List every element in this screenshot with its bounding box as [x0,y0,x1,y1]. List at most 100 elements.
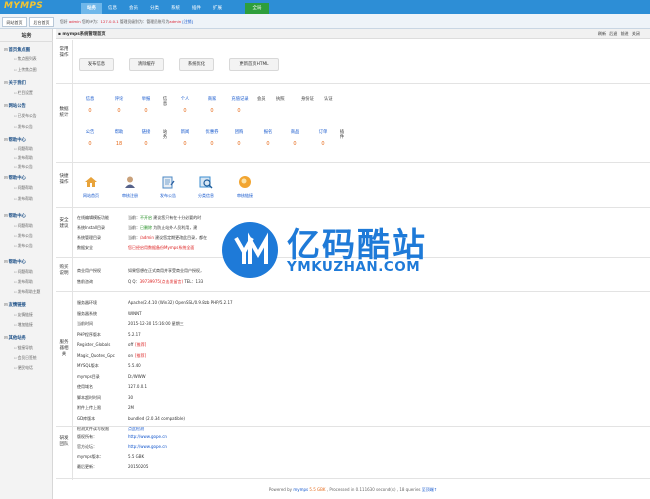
app-logo[interactable]: MYMPS [4,1,43,11]
stat-label[interactable]: 公告 [80,129,100,135]
stat-value: 0 [183,141,187,147]
quick-label-review[interactable]: 审核注册 [115,193,145,199]
value-text: bundled (2.0.34 compatible) [128,415,185,421]
sidebar-item[interactable]: 增加链接 [14,322,33,328]
sidebar-item[interactable]: 问题帮助 [14,146,33,152]
ip-label: 您的IP为： [81,19,101,24]
refresh-link[interactable]: 刷新 [598,31,606,36]
nav-tab-5[interactable]: 插件 [186,3,207,14]
sidebar-group[interactable]: 帮助中心 [4,213,26,219]
stat-value: 0 [237,108,241,114]
sidebar-group[interactable]: 友情链接 [4,302,26,308]
quick-label-home[interactable]: 网站首页 [76,193,106,199]
sidebar-group[interactable]: 首页焦点图 [4,47,30,53]
section-divider [56,426,650,427]
logout-link[interactable]: [注销] [182,19,193,24]
stat-label[interactable]: 新闻 [175,129,195,135]
user-review-icon[interactable] [123,175,137,189]
site-home-tab[interactable]: 网站首页 [2,17,27,27]
publish-info-button[interactable]: 发布信息 [79,58,114,71]
status-text: 不开启 [140,215,152,220]
sidebar-group[interactable]: 关于我们 [4,80,26,86]
stat-label[interactable]: 订单 [313,129,333,135]
sidebar-group[interactable]: 帮助中心 [4,175,26,181]
stat-label[interactable]: 举报 [136,96,156,102]
server-key: 服务器系统 [77,310,97,316]
purchase-key: 商业用户授权 [77,268,101,273]
nav-tab-3[interactable]: 分类 [144,3,165,14]
sidebar-group[interactable]: 网站公告 [4,103,26,109]
sidebar-item[interactable]: 会员日签统 [14,355,37,361]
stat-label[interactable]: 个人 [175,96,195,102]
category-search-icon[interactable] [199,175,213,189]
sidebar-item[interactable]: 发布帮助 [14,155,33,161]
sidebar-item[interactable]: 发布公告 [14,243,33,249]
stat-label[interactable]: 评论 [109,96,129,102]
stat-label[interactable]: 链接 [136,129,156,135]
admin-home-tab[interactable]: 后台首页 [29,17,54,27]
sidebar-item[interactable]: 发布公告 [14,233,33,239]
sidebar-item[interactable]: 发布公告 [14,124,33,130]
purchase-label: 购买说明 [59,265,69,276]
nav-tab-0[interactable]: 站务 [81,3,102,14]
value-text: on [128,352,133,358]
sidebar-item[interactable]: 链接导航 [14,345,33,351]
section-divider [56,162,650,163]
global-button[interactable]: 全局 [245,3,269,14]
stat-label[interactable]: 商家 [202,96,222,102]
sidebar-item[interactable]: 问题帮助 [14,269,33,275]
sidebar-group[interactable]: 帮助中心 [4,137,26,143]
stat-label[interactable]: 报名 [258,129,278,135]
sidebar-item[interactable]: 便民电话 [14,365,33,371]
purchase-key: 售前咨询 [77,279,93,284]
sidebar-item[interactable]: 上传焦点图 [14,67,37,73]
qq-link[interactable]: 39739975(点击发留言) [140,279,183,284]
home-icon[interactable] [84,175,98,189]
sidebar-item[interactable]: 友情链接 [14,312,33,318]
sidebar-item[interactable]: 已发布公告 [14,113,37,119]
quick-label-announce[interactable]: 发布公告 [153,193,183,199]
server-value: bundled (2.0.34 compatible) [128,416,185,421]
update-home-html-button[interactable]: 更新首页HTML [229,58,279,71]
back-link[interactable]: 后退 [609,31,617,36]
sidebar-item[interactable]: 问题帮助 [14,185,33,191]
stat-label[interactable]: 团购 [229,129,249,135]
team-value[interactable]: http://www.gope.cn [128,444,167,449]
nav-tab-1[interactable]: 信息 [102,3,123,14]
forward-link[interactable]: 前进 [621,31,629,36]
stat-category: 站务 [162,130,168,140]
sidebar-group[interactable]: 帮助中心 [4,259,26,265]
sidebar-item[interactable]: 发布公告 [14,164,33,170]
value-prefix: 当前： [128,225,140,230]
back-to-top-link[interactable]: 至顶端↑ [422,487,437,492]
sidebar-item[interactable]: 问题帮助 [14,223,33,229]
announce-icon[interactable] [161,175,175,189]
sidebar-item[interactable]: 发布帮助 [14,196,33,202]
clear-cache-button[interactable]: 清除缓存 [129,58,164,71]
ops-label: 常用操作 [59,47,69,58]
link-review-icon[interactable] [238,175,252,189]
team-value[interactable]: http://www.gope.cn [128,434,167,439]
stat-label[interactable]: 信息 [80,96,100,102]
sidebar-item[interactable]: 栏目设置 [14,90,33,96]
sidebar-item[interactable]: 焦点图列表 [14,56,37,62]
sidebar-group[interactable]: 其他站务 [4,335,26,341]
footer-brand[interactable]: mymps [293,487,308,492]
nav-tab-6[interactable]: 扩展 [207,3,228,14]
stat-label[interactable]: 优惠券 [202,129,222,135]
nav-tab-4[interactable]: 系统 [165,3,186,14]
optimize-system-button[interactable]: 系统优化 [179,58,214,71]
stat-label[interactable]: 商品 [285,129,305,135]
nav-tab-2[interactable]: 会员 [123,3,144,14]
close-link[interactable]: 关闭 [632,31,640,36]
quick-label-category[interactable]: 分类信息 [191,193,221,199]
value-text: 2015-12-30 15:16:00 星期三 [128,321,184,326]
quick-label-links[interactable]: 审核链接 [230,193,260,199]
sidebar-item[interactable]: 发布帮助 [14,279,33,285]
sidebar-item[interactable]: 发布帮助主题 [14,289,41,295]
team-key: 最后更新： [77,464,97,469]
stat-label[interactable]: 充值记录 [229,96,251,102]
security-value: 当前：/admin 建议您定期更改此目录，都在 [128,235,207,241]
stat-label[interactable]: 帮助 [109,129,129,135]
server-value: 5.2.17 [128,332,141,337]
